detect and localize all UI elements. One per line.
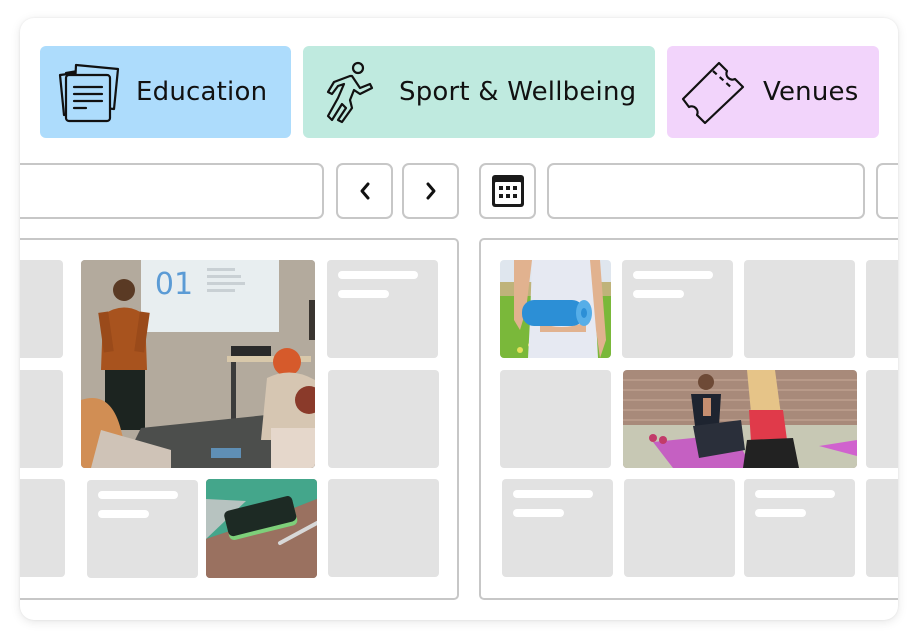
previous-button[interactable] [336,163,393,219]
placeholder-tile[interactable] [502,479,613,577]
chevron-right-icon [426,182,435,200]
placeholder-tile[interactable] [866,370,898,468]
placeholder-tile[interactable] [622,260,733,358]
extra-field[interactable] [876,163,898,219]
ticket-icon [679,57,749,127]
placeholder-tile[interactable] [327,260,438,358]
calendar-button[interactable] [479,163,536,219]
search-input[interactable] [20,163,324,219]
fitness-class-photo[interactable] [623,370,857,468]
date-input[interactable] [547,163,865,219]
app-card: Education Sport & Wellbeing Venues 01 [20,18,898,620]
calendar-icon [491,175,524,207]
category-label: Sport & Wellbeing [399,77,637,107]
smartphone-on-desk-photo[interactable] [206,479,317,578]
chevron-left-icon [360,182,369,200]
slide-number: 01 [155,267,193,302]
placeholder-tile[interactable] [866,260,898,358]
placeholder-tile[interactable] [20,479,65,577]
placeholder-tile[interactable] [87,480,198,578]
next-button[interactable] [402,163,459,219]
documents-icon [52,57,122,127]
placeholder-tile[interactable] [624,479,735,577]
education-panel: 01 [20,238,459,600]
placeholder-tile[interactable] [328,479,439,577]
presentation-meeting-photo[interactable]: 01 [81,260,315,468]
running-person-icon [315,57,385,127]
category-sport-wellbeing[interactable]: Sport & Wellbeing [303,46,655,138]
placeholder-tile[interactable] [20,370,63,468]
category-label: Education [136,77,268,107]
sport-panel [479,238,898,600]
placeholder-tile[interactable] [500,370,611,468]
placeholder-tile[interactable] [744,479,855,577]
placeholder-tile[interactable] [866,479,898,577]
placeholder-tile[interactable] [328,370,439,468]
category-education[interactable]: Education [40,46,291,138]
placeholder-tile[interactable] [744,260,855,358]
placeholder-tile[interactable] [20,260,63,358]
category-label: Venues [763,77,859,107]
category-venues[interactable]: Venues [667,46,879,138]
yoga-mat-photo[interactable] [500,260,611,358]
